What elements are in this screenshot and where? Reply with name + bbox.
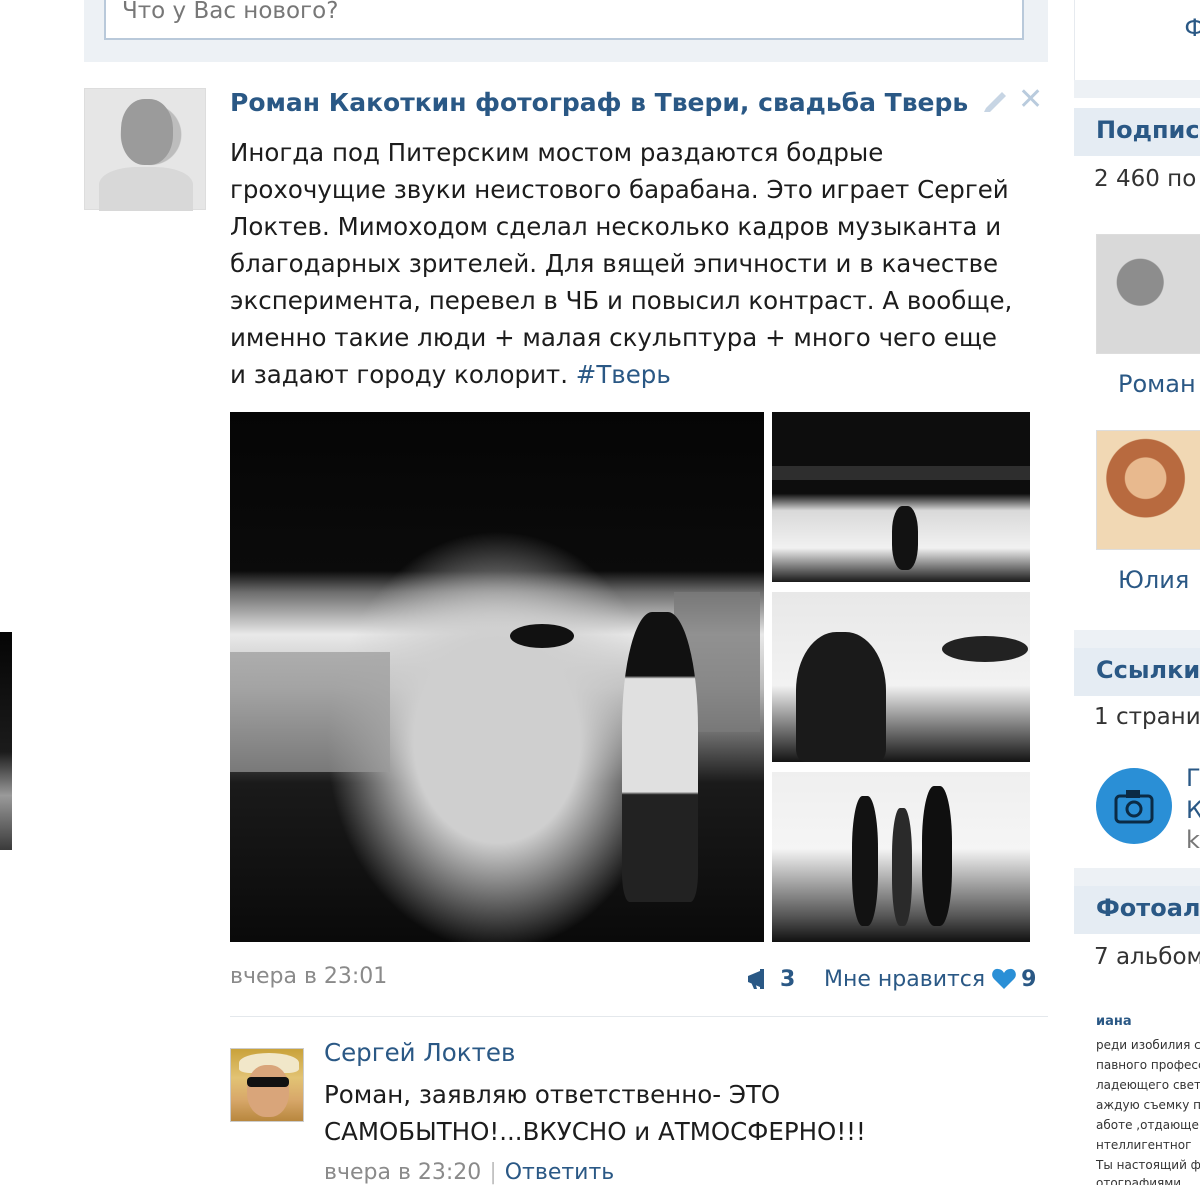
about-line: аждую съемку п xyxy=(1096,1098,1200,1112)
heart-icon xyxy=(992,968,1016,989)
photo-drum-shape xyxy=(510,624,574,648)
albums-header[interactable]: Фотоал xyxy=(1074,886,1200,934)
left-photo-edge xyxy=(0,632,12,850)
sidebar-gap xyxy=(1074,868,1200,886)
pencil-icon[interactable] xyxy=(982,88,1010,112)
comment-text: Роман, заявляю ответственно- ЭТО САМОБЫТ… xyxy=(324,1080,866,1146)
link-title-fragment[interactable]: Г xyxy=(1186,764,1200,792)
about-line: ладеющего свет xyxy=(1096,1078,1200,1092)
post-author-avatar[interactable] xyxy=(84,88,206,211)
photo-cymbal-shape xyxy=(942,636,1028,662)
subscribers-header[interactable]: Подпис xyxy=(1074,108,1200,156)
post-tools: ✕ xyxy=(982,85,1052,116)
like-count: 9 xyxy=(1021,966,1037,992)
comment-divider xyxy=(230,1016,1048,1017)
links-title: Ссылки xyxy=(1096,656,1200,684)
photo-wall-shape xyxy=(230,652,390,772)
post-body-text: Иногда под Питерским мостом раздаются бо… xyxy=(230,138,1013,389)
like-button[interactable]: Мне нравится 9 xyxy=(824,964,1036,994)
camera-icon xyxy=(1114,790,1154,824)
about-line: павного професс xyxy=(1096,1058,1200,1072)
post-author-link[interactable]: Роман Какоткин фотограф в Твери, свадьба… xyxy=(230,88,968,117)
sidebar-gap xyxy=(1074,80,1200,98)
meta-separator: | xyxy=(489,1160,497,1185)
subscriber-name-1[interactable]: Роман xyxy=(1118,370,1196,398)
comment-date-link[interactable]: вчера в 23:20 xyxy=(324,1160,481,1185)
share-button[interactable]: 3 xyxy=(746,964,795,994)
about-line: аботе ,отдающе xyxy=(1096,1118,1199,1132)
albums-title: Фотоал xyxy=(1096,894,1200,922)
photo-person-1 xyxy=(852,796,878,926)
photo-drummer-shape xyxy=(796,632,886,762)
about-line: отографиями , xyxy=(1096,1176,1189,1185)
photo-person-3 xyxy=(922,786,952,926)
main-column: Что у Вас нового? Роман Какоткин фотогра… xyxy=(84,0,1048,1185)
about-title: иана xyxy=(1096,1014,1132,1029)
close-icon[interactable]: ✕ xyxy=(1018,85,1043,115)
avatar-sunglasses xyxy=(247,1077,289,1087)
subscriber-name-2[interactable]: Юлия xyxy=(1118,566,1189,594)
comment-author-avatar[interactable] xyxy=(230,1048,304,1122)
subscriber-avatar-2[interactable] xyxy=(1096,430,1200,550)
composer-placeholder: Что у Вас нового? xyxy=(122,0,339,24)
subscriber-avatar-1[interactable] xyxy=(1096,234,1200,354)
about-line: реди изобилия с xyxy=(1096,1038,1200,1052)
avatar-head xyxy=(121,99,173,165)
about-line: нтеллигентног xyxy=(1096,1138,1192,1152)
avatar-face xyxy=(247,1065,289,1117)
sidebar-gap xyxy=(1074,630,1200,648)
post-photo-small-3[interactable] xyxy=(772,772,1030,942)
subscribers-title: Подпис xyxy=(1096,116,1200,144)
sidebar-top-fragment[interactable]: Ф xyxy=(1184,14,1200,42)
photo-child-shape xyxy=(622,612,698,902)
right-sidebar: Ф Подпис 2 460 по Роман Юлия Ссылки 1 ст… xyxy=(1074,0,1200,1185)
about-line: Ты настоящий ф xyxy=(1096,1158,1200,1172)
avatar-body xyxy=(99,167,193,211)
photo-bridge-beam xyxy=(772,466,1030,480)
post-photo-small-2[interactable] xyxy=(772,592,1030,762)
albums-count[interactable]: 7 альбом xyxy=(1094,944,1200,970)
link-title-fragment-2[interactable]: К xyxy=(1186,796,1200,824)
post-composer-input[interactable]: Что у Вас нового? xyxy=(104,0,1024,40)
megaphone-icon xyxy=(748,969,764,989)
link-thumbnail[interactable] xyxy=(1096,768,1172,844)
hashtag-link[interactable]: #Тверь xyxy=(576,360,671,389)
like-label: Мне нравится xyxy=(824,966,986,992)
subscribers-count[interactable]: 2 460 по xyxy=(1094,166,1196,192)
post-text: Иногда под Питерским мостом раздаются бо… xyxy=(230,134,1020,393)
post-photo-small-1[interactable] xyxy=(772,412,1030,582)
link-url-fragment: k xyxy=(1186,826,1200,854)
post-date-link[interactable]: вчера в 23:01 xyxy=(230,964,387,989)
links-header[interactable]: Ссылки xyxy=(1074,648,1200,696)
photo-figure xyxy=(892,506,918,570)
composer-area: Что у Вас нового? xyxy=(84,0,1048,62)
share-count: 3 xyxy=(780,966,796,992)
post-photo-main[interactable] xyxy=(230,412,764,942)
sidebar-top-block: Ф xyxy=(1074,0,1200,80)
reply-button[interactable]: Ответить xyxy=(505,1160,615,1185)
photo-person-2 xyxy=(892,808,912,926)
comment-meta: вчера в 23:20 | Ответить xyxy=(324,1160,614,1185)
comment-author-link[interactable]: Сергей Локтев xyxy=(324,1038,515,1067)
links-count[interactable]: 1 страни xyxy=(1094,704,1200,730)
